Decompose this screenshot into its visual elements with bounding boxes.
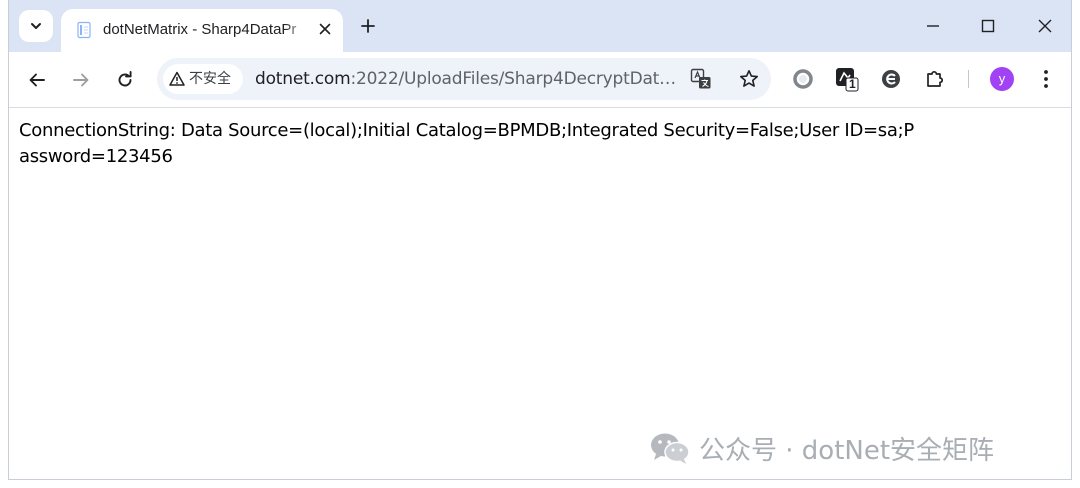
tab-title: dotNetMatrix - Sharp4DataPr	[103, 21, 297, 38]
page-content: ConnectionString: Data Source=(local);In…	[9, 108, 1071, 479]
chevron-down-icon	[31, 23, 41, 29]
browser-toolbar: 不安全 dotnet.com:2022/UploadFiles/Sharp4De…	[9, 52, 1071, 108]
tab-search-button[interactable]	[19, 10, 53, 42]
extension-button-1[interactable]	[790, 66, 816, 92]
plus-icon	[361, 19, 375, 33]
maximize-button[interactable]	[968, 8, 1008, 44]
watermark-text: 公众号 · dotNet安全矩阵	[699, 435, 995, 466]
tab-close-button[interactable]	[313, 17, 337, 41]
circular-e-icon	[882, 70, 900, 88]
url-text[interactable]: dotnet.com:2022/UploadFiles/Sharp4Decryp…	[255, 68, 683, 90]
translate-icon	[690, 68, 711, 89]
reload-button[interactable]	[109, 64, 141, 96]
wechat-logo-icon	[651, 433, 690, 464]
maximize-icon	[981, 19, 995, 33]
close-window-button[interactable]	[1025, 8, 1065, 44]
extensions-menu-button[interactable]	[922, 66, 948, 92]
extension-button-2[interactable]: 1	[834, 66, 860, 92]
watermark: 公众号 · dotNet安全矩阵	[649, 430, 994, 466]
new-tab-button[interactable]	[355, 13, 381, 39]
toolbar-divider	[968, 70, 969, 88]
connection-string-text: ConnectionString: Data Source=(local);In…	[19, 120, 914, 167]
extension-badge-count: 1	[849, 77, 856, 91]
warning-icon	[169, 71, 185, 86]
puzzle-icon	[927, 70, 944, 87]
profile-avatar[interactable]: y	[990, 67, 1014, 91]
url-path: :2022/UploadFiles/Sharp4DecryptData...	[350, 69, 683, 89]
kebab-menu-icon	[1044, 70, 1048, 88]
minimize-button[interactable]	[913, 8, 953, 44]
document-icon	[77, 21, 91, 39]
active-tab[interactable]: dotNetMatrix - Sharp4DataPr	[61, 9, 343, 52]
security-indicator[interactable]: 不安全	[163, 64, 243, 94]
tab-strip: dotNetMatrix - Sharp4DataPr	[9, 0, 1071, 52]
arrow-left-icon	[29, 73, 45, 87]
extension-button-3[interactable]	[878, 66, 904, 92]
security-label: 不安全	[189, 71, 231, 87]
forward-button[interactable]	[65, 64, 97, 96]
minimize-icon	[927, 25, 939, 27]
ring-icon	[793, 69, 813, 89]
browser-menu-button[interactable]	[1033, 66, 1059, 92]
bookmark-button[interactable]	[737, 67, 761, 91]
extension-badge-icon	[836, 68, 859, 92]
arrow-right-icon	[73, 73, 89, 87]
star-icon	[740, 70, 758, 87]
back-button[interactable]	[21, 64, 53, 96]
address-bar[interactable]: 不安全 dotnet.com:2022/UploadFiles/Sharp4De…	[157, 58, 771, 100]
url-host: dotnet.com	[255, 69, 351, 89]
translate-button[interactable]	[689, 67, 713, 91]
reload-icon	[118, 71, 132, 87]
close-icon	[319, 23, 331, 35]
browser-window: dotNetMatrix - Sharp4DataPr 不安全 dotnet.c…	[8, 0, 1072, 480]
close-icon	[1038, 19, 1052, 33]
